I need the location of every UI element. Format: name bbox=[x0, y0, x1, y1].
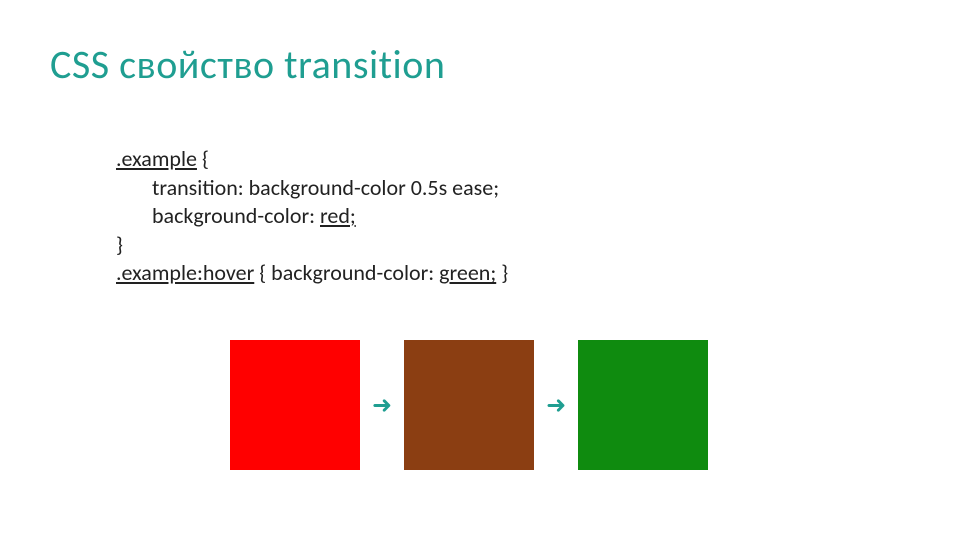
slide: CSS свойство transition .example { trans… bbox=[0, 0, 960, 540]
arrow-icon: ➜ bbox=[546, 391, 566, 420]
code-block: .example { transition: background-color … bbox=[116, 145, 508, 288]
value-green: green; bbox=[439, 259, 496, 286]
slide-title: CSS свойство transition bbox=[50, 40, 445, 89]
transition-demo: ➜ ➜ bbox=[230, 340, 708, 470]
square-green bbox=[578, 340, 708, 470]
selector-example: .example bbox=[116, 145, 197, 172]
arrow-icon: ➜ bbox=[372, 391, 392, 420]
value-red: red; bbox=[320, 202, 356, 229]
square-red bbox=[230, 340, 360, 470]
code-line-2: transition: background-color 0.5s ease; bbox=[116, 174, 508, 203]
code-line-4: } bbox=[116, 231, 508, 260]
square-mid bbox=[404, 340, 534, 470]
code-line-1: .example { bbox=[116, 145, 508, 174]
code-line-3: background-color: red; bbox=[116, 202, 508, 231]
code-line-5: .example:hover { background-color: green… bbox=[116, 259, 508, 288]
selector-example-hover: .example:hover bbox=[116, 259, 254, 286]
